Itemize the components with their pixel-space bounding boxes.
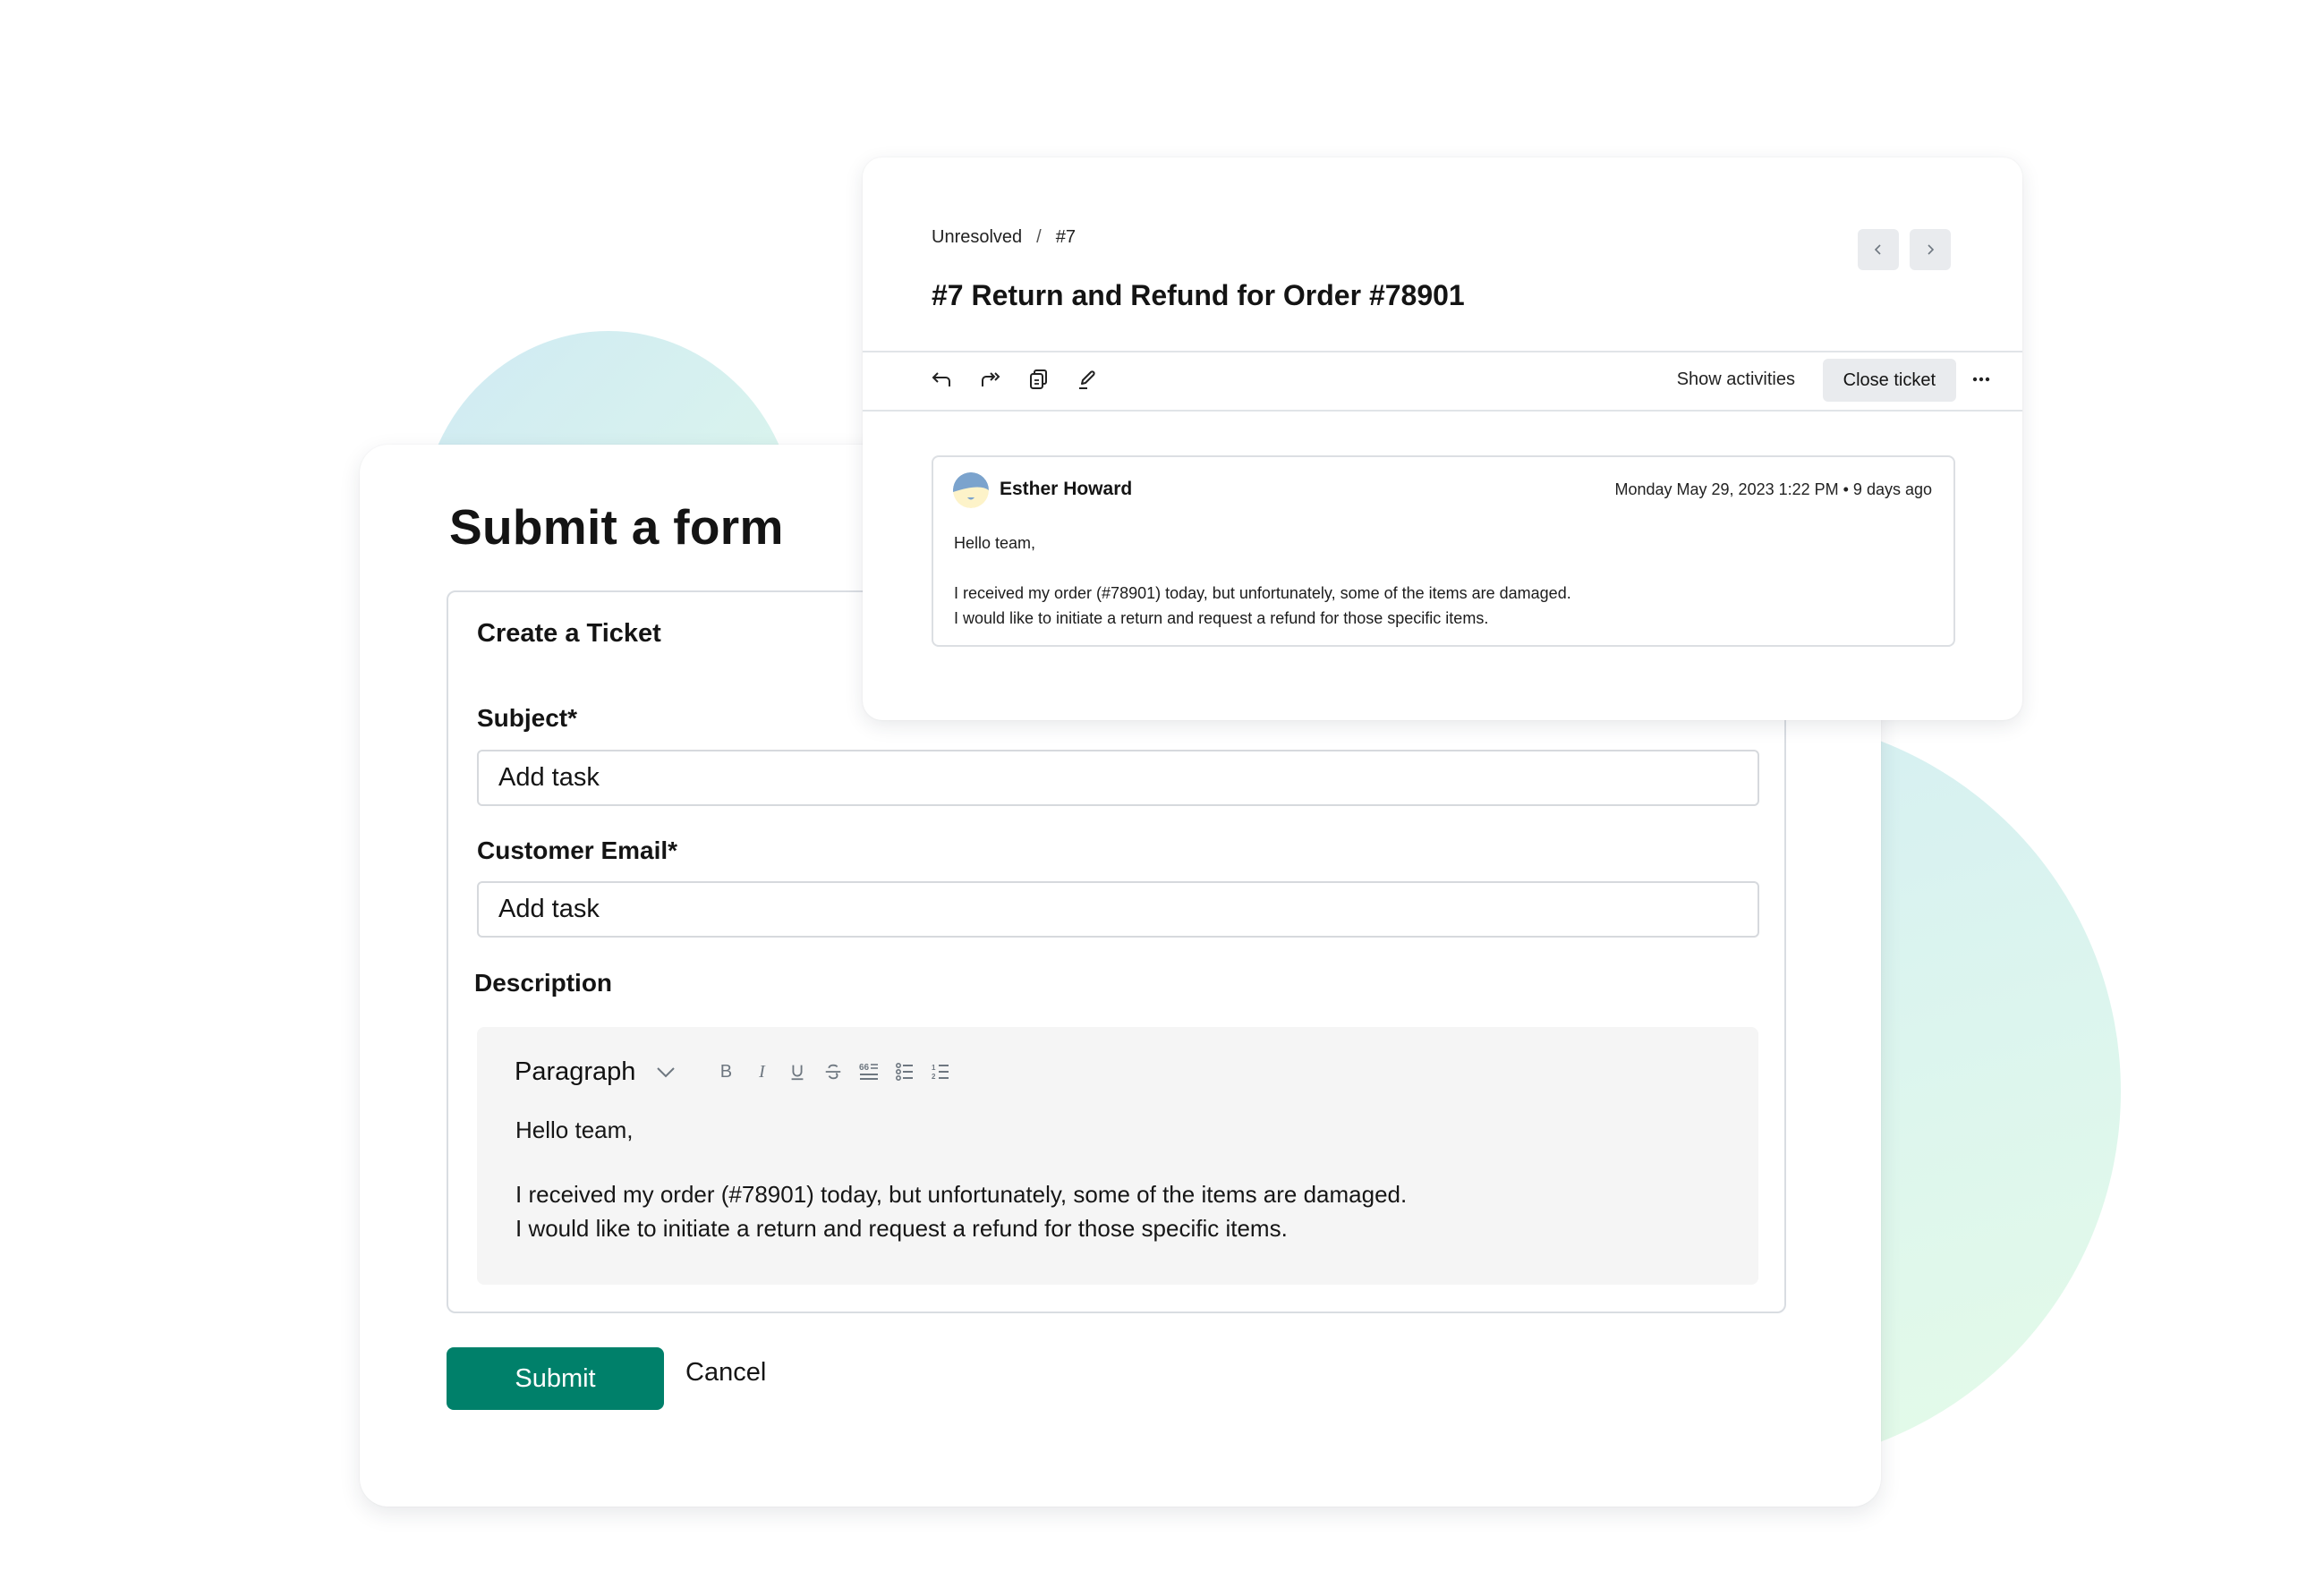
submit-button[interactable]: Submit: [447, 1347, 664, 1410]
description-editor[interactable]: Paragraph B I 66 1 2 Hello team, I recei…: [477, 1027, 1758, 1285]
message-card: Esther Howard Monday May 29, 2023 1:22 P…: [932, 455, 1955, 647]
numbered-list-icon[interactable]: 12: [929, 1060, 952, 1083]
customer-email-label: Customer Email*: [477, 836, 678, 864]
editor-content[interactable]: Hello team, I received my order (#78901)…: [515, 1113, 1407, 1245]
bullet-list-icon[interactable]: [893, 1060, 916, 1083]
message-timestamp: Monday May 29, 2023 1:22 PM • 9 days ago: [1614, 480, 1932, 498]
editor-toolbar: Paragraph B I 66 1 2: [515, 1054, 952, 1090]
svg-text:2: 2: [932, 1073, 936, 1081]
message-line: I would like to initiate a return and re…: [954, 609, 1489, 627]
breadcrumb-separator: /: [1036, 227, 1042, 247]
strikethrough-icon[interactable]: [821, 1060, 845, 1083]
subject-input[interactable]: [477, 750, 1759, 806]
subject-label: Subject*: [477, 704, 578, 732]
editor-line: I received my order (#78901) today, but …: [515, 1181, 1408, 1208]
svg-text:66: 66: [859, 1063, 870, 1073]
chevron-left-icon: [1874, 244, 1881, 255]
ticket-toolbar: Show activities Close ticket: [863, 351, 2022, 410]
copy-icon[interactable]: [1026, 367, 1051, 392]
description-label: Description: [474, 969, 613, 997]
reply-icon[interactable]: [930, 367, 955, 392]
cancel-button[interactable]: Cancel: [685, 1358, 766, 1388]
message-body: Hello team, I received my order (#78901)…: [954, 531, 1571, 631]
more-horizontal-icon: [1972, 377, 1990, 382]
customer-email-input[interactable]: [477, 881, 1759, 938]
breadcrumb-unresolved[interactable]: Unresolved: [932, 227, 1022, 248]
block-type-dropdown[interactable]: Paragraph: [515, 1057, 677, 1087]
forward-icon[interactable]: [978, 367, 1003, 392]
format-buttons: B I 66 12: [714, 1060, 952, 1083]
breadcrumb: Unresolved / #7: [932, 227, 1076, 248]
ticket-nav: [1858, 229, 1951, 270]
block-type-label: Paragraph: [515, 1057, 636, 1086]
editor-line: Hello team,: [515, 1116, 634, 1143]
close-ticket-button[interactable]: Close ticket: [1822, 359, 1956, 402]
bold-icon[interactable]: B: [714, 1060, 737, 1083]
chevron-right-icon: [1928, 244, 1935, 255]
show-activities-button[interactable]: Show activities: [1677, 369, 1795, 390]
edit-icon[interactable]: [1075, 367, 1100, 392]
ticket-detail-card: Unresolved / #7 #7 Return and Refund for…: [863, 157, 2022, 720]
italic-icon[interactable]: I: [750, 1060, 773, 1083]
previous-ticket-button[interactable]: [1858, 229, 1899, 270]
message-author: Esther Howard: [1000, 479, 1133, 499]
blockquote-icon[interactable]: 66: [857, 1060, 881, 1083]
svg-text:1: 1: [932, 1064, 936, 1072]
section-title: Create a Ticket: [477, 619, 661, 648]
chevron-down-icon: [657, 1067, 676, 1078]
underline-icon[interactable]: [786, 1060, 809, 1083]
avatar: [953, 472, 989, 508]
editor-line: I would like to initiate a return and re…: [515, 1215, 1288, 1242]
message-line: I received my order (#78901) today, but …: [954, 584, 1571, 602]
divider: [863, 410, 2022, 412]
form-title: Submit a form: [449, 499, 784, 555]
breadcrumb-ticket-id: #7: [1055, 227, 1076, 247]
message-line: Hello team,: [954, 534, 1036, 552]
next-ticket-button[interactable]: [1910, 229, 1951, 270]
more-options-button[interactable]: [1967, 365, 1996, 394]
ticket-title: #7 Return and Refund for Order #78901: [932, 279, 1465, 311]
